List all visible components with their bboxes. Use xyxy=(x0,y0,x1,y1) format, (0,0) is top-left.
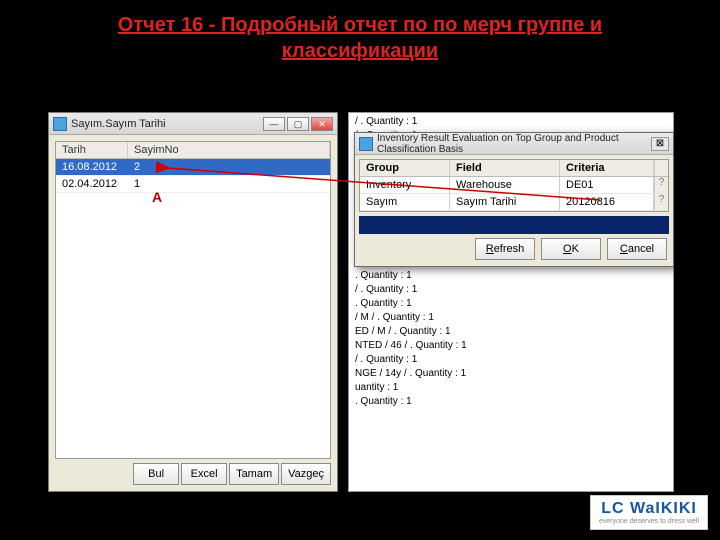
result-line: NGE / 14y / . Quantity : 1 xyxy=(353,367,671,381)
row-picker-icon[interactable]: ? xyxy=(654,194,668,210)
dialog-titlebar[interactable]: Inventory Result Evaluation on Top Group… xyxy=(355,133,673,155)
window-icon xyxy=(53,117,67,131)
criteria-grid: Group Field Criteria Inventory Warehouse… xyxy=(359,159,669,212)
refresh-button[interactable]: Refresh xyxy=(475,238,535,260)
col-group[interactable]: Group xyxy=(360,160,450,176)
result-line: ED / M / . Quantity : 1 xyxy=(353,325,671,339)
maximize-button[interactable]: ▢ xyxy=(287,117,309,131)
result-line: uantity : 1 xyxy=(353,381,671,395)
window-title: Sayım.Sayım Tarihi xyxy=(71,118,263,130)
col-sayimno[interactable]: SayimNo xyxy=(128,142,330,158)
excel-button[interactable]: Excel xyxy=(181,463,227,485)
result-line: / . Quantity : 1 xyxy=(353,115,671,129)
row-picker-icon[interactable]: ? xyxy=(654,177,668,193)
table-row[interactable]: 16.08.2012 2 xyxy=(56,159,330,176)
cell-tarih: 02.04.2012 xyxy=(56,176,128,192)
col-tarih[interactable]: Tarih xyxy=(56,142,128,158)
criteria-row[interactable]: Sayım Sayım Tarihi 20120816 ? xyxy=(360,194,668,211)
cell-group: Inventory xyxy=(360,177,450,193)
cell-field: Warehouse xyxy=(450,177,560,193)
dialog-spacer xyxy=(359,216,669,234)
cancel-button[interactable]: Cancel xyxy=(607,238,667,260)
table-row[interactable]: 02.04.2012 1 xyxy=(56,176,330,193)
col-action xyxy=(654,160,668,176)
cell-criteria[interactable]: DE01 xyxy=(560,177,654,193)
criteria-row[interactable]: Inventory Warehouse DE01 ? xyxy=(360,177,668,194)
result-line: . Quantity : 1 xyxy=(353,297,671,311)
result-line: . Quantity : 1 xyxy=(353,395,671,409)
dialog-title: Inventory Result Evaluation on Top Group… xyxy=(377,133,651,155)
cell-tarih: 16.08.2012 xyxy=(56,159,128,175)
tamam-button[interactable]: Tamam xyxy=(229,463,279,485)
result-line: / M / . Quantity : 1 xyxy=(353,311,671,325)
dialog-close-button[interactable]: ⊠ xyxy=(651,137,669,151)
vazgec-button[interactable]: Vazgeç xyxy=(281,463,331,485)
col-field[interactable]: Field xyxy=(450,160,560,176)
ok-button[interactable]: OK xyxy=(541,238,601,260)
result-line: . Quantity : 1 xyxy=(353,269,671,283)
titlebar[interactable]: Sayım.Sayım Tarihi — ▢ ✕ xyxy=(49,113,337,135)
cell-group: Sayım xyxy=(360,194,450,210)
cell-field: Sayım Tarihi xyxy=(450,194,560,210)
brand-logo: LC WaIKIKI everyone deserves to dress we… xyxy=(590,495,708,530)
criteria-dialog: Inventory Result Evaluation on Top Group… xyxy=(354,132,674,267)
cell-criteria[interactable]: 20120816 xyxy=(560,194,654,210)
slide-title: Отчет 16 - Подробный отчет по по мерч гр… xyxy=(0,0,720,68)
logo-text: LC WaIKIKI xyxy=(601,500,697,518)
col-criteria[interactable]: Criteria xyxy=(560,160,654,176)
result-line: NTED / 46 / . Quantity : 1 xyxy=(353,339,671,353)
annotation-a: A xyxy=(152,189,162,205)
cell-no: 2 xyxy=(128,159,330,175)
date-picker-window: Sayım.Sayım Tarihi — ▢ ✕ Tarih SayimNo 1… xyxy=(48,112,338,492)
date-grid[interactable]: Tarih SayimNo 16.08.2012 2 02.04.2012 1 … xyxy=(55,141,331,459)
close-button[interactable]: ✕ xyxy=(311,117,333,131)
bul-button[interactable]: Bul xyxy=(133,463,179,485)
minimize-button[interactable]: — xyxy=(263,117,285,131)
result-line: / . Quantity : 1 xyxy=(353,353,671,367)
dialog-icon xyxy=(359,137,373,151)
result-line: / . Quantity : 1 xyxy=(353,283,671,297)
logo-tagline: everyone deserves to dress well xyxy=(599,518,699,525)
